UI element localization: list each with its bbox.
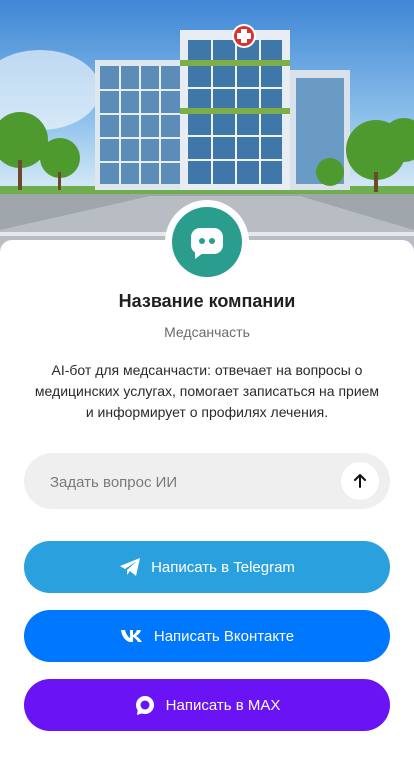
write-max-label: Написать в MAX bbox=[165, 696, 281, 714]
write-max-button[interactable]: Написать в MAX bbox=[24, 679, 390, 731]
write-telegram-button[interactable]: Написать в Telegram bbox=[24, 541, 390, 593]
company-category: Медсанчасть bbox=[164, 324, 250, 340]
max-icon bbox=[134, 694, 156, 716]
telegram-icon bbox=[119, 557, 141, 577]
send-button[interactable] bbox=[341, 462, 379, 500]
company-description: AI-бот для медсанчасти: отвечает на вопр… bbox=[34, 362, 380, 420]
write-vk-button[interactable]: Написать Вконтакте bbox=[24, 610, 390, 662]
write-vk-label: Написать Вконтакте bbox=[153, 627, 295, 645]
company-name: Название компании bbox=[118, 291, 296, 311]
avatar bbox=[172, 207, 242, 277]
chat-bubble-icon bbox=[191, 228, 223, 259]
ask-ai-field bbox=[24, 453, 390, 511]
ask-ai-input[interactable] bbox=[48, 453, 332, 511]
vk-icon bbox=[120, 628, 144, 644]
write-telegram-label: Написать в Telegram bbox=[151, 558, 295, 576]
arrow-up-icon bbox=[354, 474, 366, 488]
